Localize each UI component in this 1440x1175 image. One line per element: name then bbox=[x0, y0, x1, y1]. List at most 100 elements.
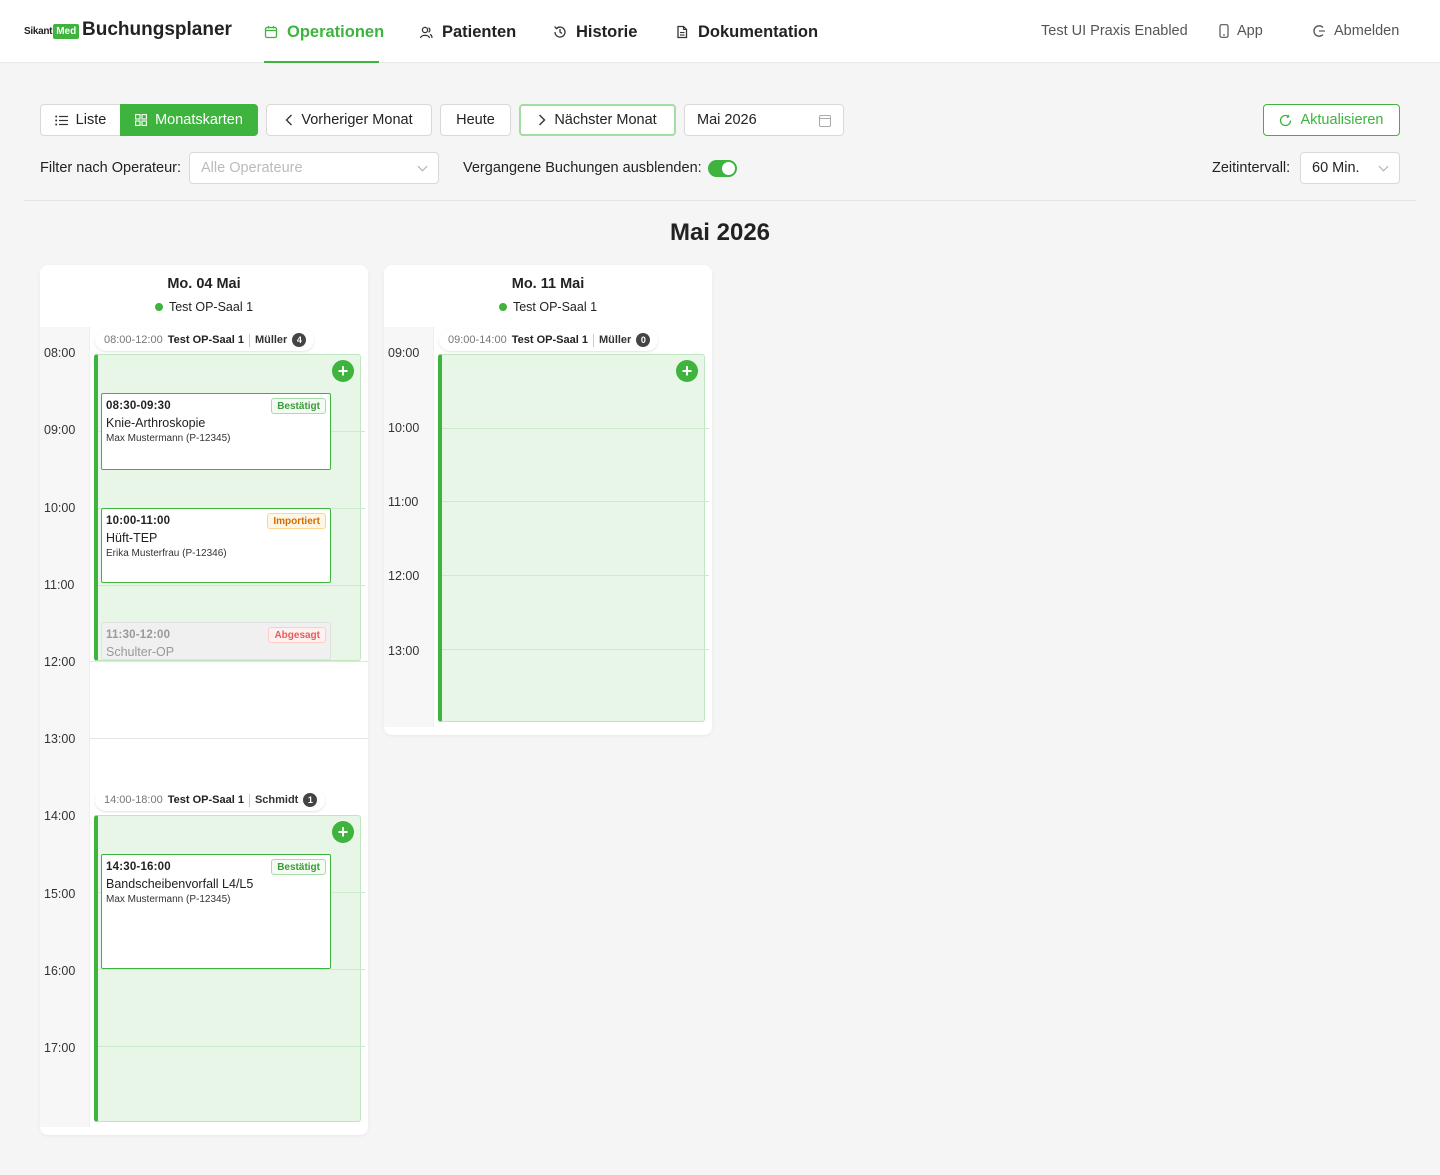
op-block[interactable]: + 14:30-16:00 Bestätigt Bandscheibenvorf… bbox=[94, 815, 365, 1122]
status-badge: Abgesagt bbox=[268, 627, 326, 643]
logo-text-med: Med bbox=[53, 23, 80, 39]
top-navigation: Sikant Med Buchungsplaner Operationen Pa… bbox=[0, 0, 1440, 63]
app-link[interactable]: App bbox=[1219, 23, 1263, 39]
status-badge: Bestätigt bbox=[271, 859, 326, 875]
block-room: Test OP-Saal 1 bbox=[167, 334, 244, 346]
hour-label: 17:00 bbox=[44, 1041, 76, 1055]
view-list-button[interactable]: Liste bbox=[40, 104, 121, 136]
hour-gridline bbox=[442, 501, 709, 502]
nav-operationen[interactable]: Operationen bbox=[264, 21, 384, 43]
booking-count-badge: 0 bbox=[636, 333, 651, 347]
nav-patienten[interactable]: Patienten bbox=[419, 21, 516, 43]
logout-button[interactable]: Abmelden bbox=[1312, 23, 1399, 39]
status-badge: Importiert bbox=[267, 513, 326, 529]
appointment-time: 14:30-16:00 bbox=[106, 861, 171, 873]
pill-separator bbox=[248, 793, 250, 807]
appointment-card[interactable]: 14:30-16:00 Bestätigt Bandscheibenvorfal… bbox=[101, 854, 331, 969]
day-room: Test OP-Saal 1 bbox=[40, 300, 368, 314]
logout-icon bbox=[1313, 25, 1325, 37]
toolbar-divider bbox=[24, 200, 1416, 201]
day-room-label: Test OP-Saal 1 bbox=[168, 300, 254, 314]
day-date: Mo. 04 Mai bbox=[167, 276, 241, 292]
appointment-title: Bandscheibenvorfall L4/L5 bbox=[106, 877, 254, 891]
op-block-header[interactable]: 09:00-14:00 Test OP-Saal 1 Müller 0 bbox=[439, 329, 659, 351]
hour-label: 12:00 bbox=[388, 569, 420, 583]
block-time: 08:00-12:00 bbox=[104, 334, 163, 346]
day-card-header: Mo. 11 Mai Test OP-Saal 1 bbox=[384, 265, 712, 327]
refresh-button[interactable]: Aktualisieren bbox=[1263, 104, 1400, 136]
chevron-down-icon bbox=[417, 161, 428, 172]
add-booking-button[interactable]: + bbox=[332, 821, 354, 843]
hour-label: 12:00 bbox=[44, 655, 76, 669]
active-nav-indicator bbox=[264, 61, 379, 63]
hour-label: 14:00 bbox=[44, 809, 76, 823]
hour-gridline bbox=[442, 428, 709, 429]
hour-gridline bbox=[90, 661, 368, 662]
appointment-card[interactable]: 10:00-11:00 Importiert Hüft-TEP Erika Mu… bbox=[101, 508, 331, 583]
month-picker-value: Mai 2026 bbox=[697, 112, 757, 128]
block-room: Test OP-Saal 1 bbox=[511, 334, 588, 346]
op-block[interactable]: + 08:30-09:30 Bestätigt Knie-Arthroskopi… bbox=[94, 354, 365, 661]
add-booking-button[interactable]: + bbox=[676, 360, 698, 382]
sikantmed-logo[interactable]: Sikant Med bbox=[24, 20, 80, 42]
hide-past-label: Vergangene Buchungen ausblenden: bbox=[463, 160, 702, 176]
today-button[interactable]: Heute bbox=[440, 104, 511, 136]
operator-filter-label: Filter nach Operateur: bbox=[40, 160, 182, 176]
app-title: Buchungsplaner bbox=[82, 19, 232, 40]
booking-count-badge: 4 bbox=[292, 333, 307, 347]
hour-label: 13:00 bbox=[388, 644, 420, 658]
view-month-label: Monatskarten bbox=[155, 112, 243, 128]
op-block-header[interactable]: 08:00-12:00 Test OP-Saal 1 Müller 4 bbox=[95, 329, 315, 351]
hour-gridline bbox=[442, 575, 709, 576]
refresh-icon bbox=[1280, 114, 1292, 126]
hour-label: 09:00 bbox=[44, 423, 76, 437]
op-block[interactable]: + bbox=[438, 354, 709, 722]
block-operator: Müller bbox=[254, 334, 288, 346]
interval-select[interactable]: 60 Min. bbox=[1300, 152, 1400, 184]
room-status-dot bbox=[498, 303, 507, 311]
interval-label: Zeitintervall: bbox=[1212, 160, 1291, 176]
appointment-patient: Max Mustermann (P-12345) bbox=[106, 433, 231, 444]
practice-name: Test UI Praxis Enabled bbox=[1041, 23, 1188, 39]
previous-month-button[interactable]: Vorheriger Monat bbox=[266, 104, 432, 136]
hide-past-toggle[interactable] bbox=[708, 160, 737, 177]
appointment-card[interactable]: 08:30-09:30 Bestätigt Knie-Arthroskopie … bbox=[101, 393, 331, 470]
block-room: Test OP-Saal 1 bbox=[167, 794, 244, 806]
block-operator: Müller bbox=[598, 334, 632, 346]
appointment-card[interactable]: 11:30-12:00 Abgesagt Schulter-OP bbox=[101, 622, 331, 660]
operator-filter-select[interactable]: Alle Operateure bbox=[189, 152, 439, 184]
hour-gridline bbox=[90, 738, 368, 739]
status-badge: Bestätigt bbox=[271, 398, 326, 414]
nav-dokumentation[interactable]: Dokumentation bbox=[675, 21, 818, 43]
room-status-dot bbox=[154, 303, 163, 311]
hour-gridline bbox=[442, 649, 709, 650]
nav-historie[interactable]: Historie bbox=[553, 21, 637, 43]
day-card: Mo. 04 Mai Test OP-Saal 1 08:00 09:00 10… bbox=[40, 265, 368, 1135]
add-booking-button[interactable]: + bbox=[332, 360, 354, 382]
appointment-patient: Max Mustermann (P-12345) bbox=[106, 894, 231, 905]
day-room-label: Test OP-Saal 1 bbox=[512, 300, 598, 314]
pill-separator bbox=[592, 333, 594, 347]
pill-separator bbox=[248, 333, 250, 347]
next-month-button[interactable]: Nächster Monat bbox=[519, 104, 676, 136]
chevron-down-icon bbox=[1378, 161, 1389, 172]
appointment-title: Schulter-OP bbox=[106, 645, 175, 659]
month-picker[interactable]: Mai 2026 bbox=[684, 104, 844, 136]
block-time: 09:00-14:00 bbox=[448, 334, 507, 346]
next-month-label: Nächster Monat bbox=[554, 112, 657, 128]
appointment-title: Hüft-TEP bbox=[106, 531, 158, 545]
interval-value: 60 Min. bbox=[1312, 160, 1360, 176]
view-month-button[interactable]: Monatskarten bbox=[120, 104, 258, 136]
block-operator: Schmidt bbox=[254, 794, 299, 806]
app-link-label: App bbox=[1237, 23, 1263, 39]
appointment-time: 10:00-11:00 bbox=[106, 515, 171, 527]
calendar-icon bbox=[264, 26, 278, 39]
hour-label: 13:00 bbox=[44, 732, 76, 746]
operator-filter-placeholder: Alle Operateure bbox=[201, 160, 303, 176]
op-block-header[interactable]: 14:00-18:00 Test OP-Saal 1 Schmidt 1 bbox=[95, 789, 326, 811]
nav-label: Historie bbox=[576, 22, 638, 41]
logout-label: Abmelden bbox=[1334, 23, 1400, 39]
month-title: Mai 2026 bbox=[669, 219, 771, 246]
hour-label: 08:00 bbox=[44, 346, 76, 360]
mobile-icon bbox=[1219, 24, 1229, 38]
